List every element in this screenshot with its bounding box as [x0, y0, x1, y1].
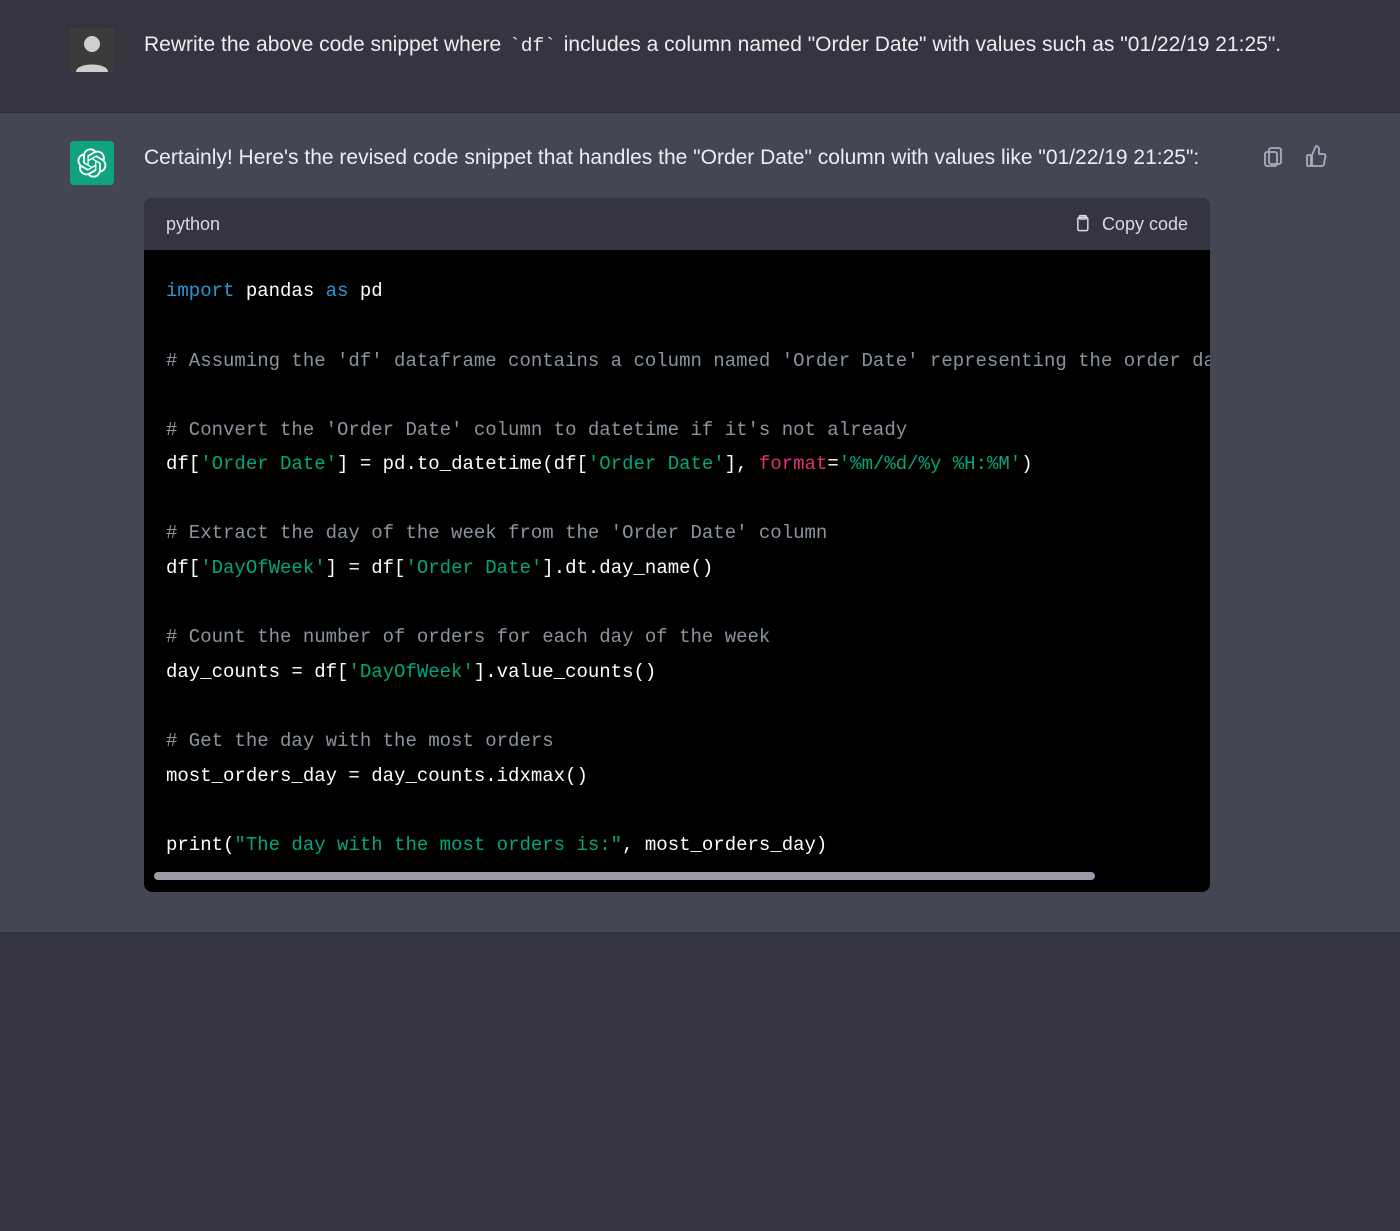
- assistant-actions: [1260, 143, 1330, 892]
- user-message-text: Rewrite the above code snippet where `df…: [144, 28, 1330, 63]
- code-header: python Copy code: [144, 198, 1210, 251]
- assistant-message-row: Certainly! Here's the revised code snipp…: [0, 113, 1400, 932]
- code-token: df[: [166, 557, 200, 579]
- code-token: as: [326, 280, 349, 302]
- code-language-label: python: [166, 210, 220, 239]
- user-avatar: [70, 28, 114, 72]
- assistant-intro-text: Certainly! Here's the revised code snipp…: [144, 141, 1210, 176]
- thumbs-up-icon: [1305, 144, 1329, 168]
- clipboard-icon: [1261, 144, 1285, 168]
- code-block: python Copy code import pandas as pd # A…: [144, 198, 1210, 893]
- user-message-body: Rewrite the above code snippet where `df…: [144, 28, 1330, 72]
- code-token: =: [827, 453, 838, 475]
- code-token: '%m/%d/%y %H:%M': [839, 453, 1021, 475]
- copy-code-button[interactable]: Copy code: [1072, 210, 1188, 239]
- code-token: 'DayOfWeek': [348, 661, 473, 683]
- code-token: # Convert the 'Order Date' column to dat…: [166, 419, 907, 441]
- code-token: 'Order Date': [200, 453, 337, 475]
- code-token: ] = pd.to_datetime(df[: [337, 453, 588, 475]
- code-token: # Extract the day of the week from the '…: [166, 522, 827, 544]
- code-token: ): [1021, 453, 1032, 475]
- code-token: ].value_counts(): [474, 661, 656, 683]
- code-token: ].dt.day_name(): [542, 557, 713, 579]
- code-token: most_orders_day = day_counts.idxmax(): [166, 765, 588, 787]
- code-token: print(: [166, 834, 234, 856]
- assistant-avatar: [70, 141, 114, 185]
- copy-response-button[interactable]: [1260, 143, 1286, 169]
- code-token: 'Order Date': [588, 453, 725, 475]
- code-token: # Get the day with the most orders: [166, 730, 554, 752]
- inline-code-df: `df`: [507, 35, 558, 57]
- code-token: "The day with the most orders is:": [234, 834, 622, 856]
- clipboard-icon: [1072, 213, 1092, 235]
- code-token: ],: [725, 453, 759, 475]
- user-text-after: includes a column named "Order Date" wit…: [558, 33, 1281, 56]
- code-token: # Count the number of orders for each da…: [166, 626, 770, 648]
- code-token: 'Order Date': [405, 557, 542, 579]
- code-token: pd: [348, 280, 382, 302]
- user-text-before: Rewrite the above code snippet where: [144, 33, 507, 56]
- code-token: day_counts = df[: [166, 661, 348, 683]
- code-token: df[: [166, 453, 200, 475]
- code-token: , most_orders_day): [622, 834, 827, 856]
- user-message-row: Rewrite the above code snippet where `df…: [0, 0, 1400, 113]
- code-token: import: [166, 280, 234, 302]
- openai-logo-icon: [77, 148, 107, 178]
- code-content[interactable]: import pandas as pd # Assuming the 'df' …: [144, 250, 1210, 870]
- code-token: # Assuming the 'df' dataframe contains a…: [166, 350, 1210, 372]
- avatar-placeholder-icon: [70, 28, 114, 72]
- code-token: 'DayOfWeek': [200, 557, 325, 579]
- copy-code-label: Copy code: [1102, 210, 1188, 239]
- code-horizontal-scrollbar[interactable]: [154, 870, 1200, 882]
- code-token: format: [759, 453, 827, 475]
- thumbs-up-button[interactable]: [1304, 143, 1330, 169]
- code-scroll-thumb[interactable]: [154, 872, 1095, 880]
- assistant-message-body: Certainly! Here's the revised code snipp…: [144, 141, 1210, 892]
- code-token: ] = df[: [326, 557, 406, 579]
- code-token: pandas: [234, 280, 325, 302]
